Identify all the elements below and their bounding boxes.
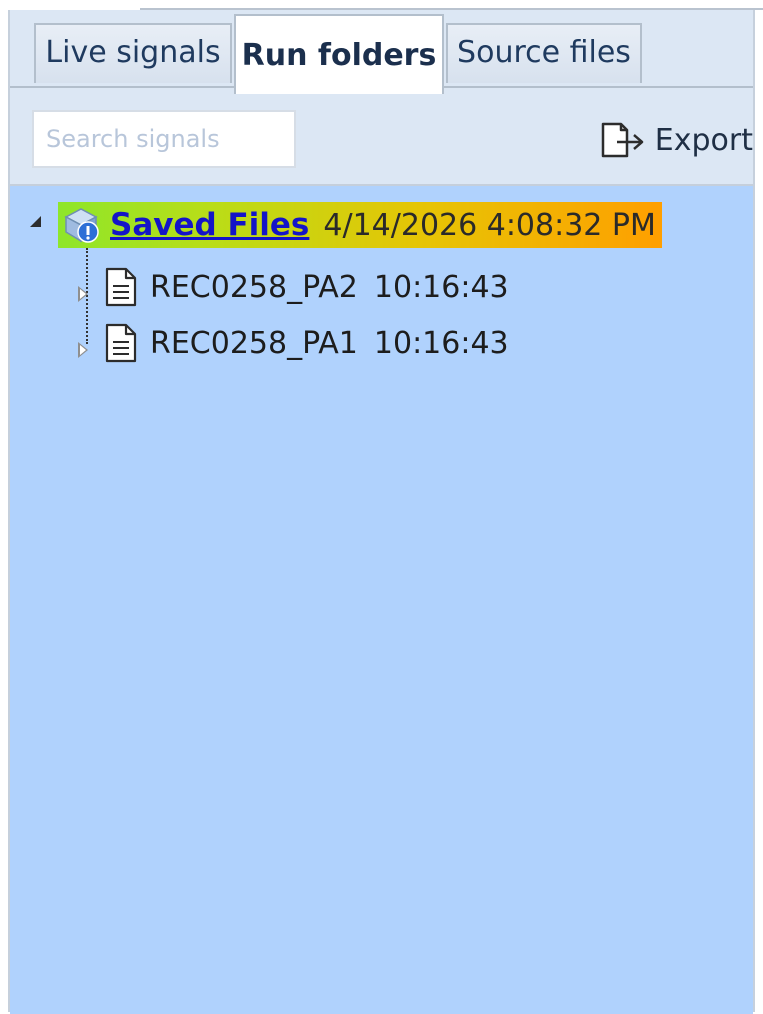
export-icon [599, 119, 647, 161]
toolbar: Export [10, 88, 753, 186]
root-folder-name[interactable]: Saved Files [110, 207, 309, 243]
collapse-arrow-icon[interactable] [30, 216, 41, 227]
run-folders-window: Live signals Run folders Source files Se… [0, 0, 763, 1014]
search-input[interactable] [32, 110, 296, 168]
root-folder-timestamp: 4/14/2026 4:08:32 PM [323, 207, 656, 243]
tab-strip: Live signals Run folders Source files [10, 10, 753, 94]
tab-content: Export Sa [10, 86, 753, 1014]
file-time: 10:16:43 [373, 269, 509, 305]
run-folders-tree[interactable]: Saved Files 4/14/2026 4:08:32 PM REC0258… [10, 186, 753, 1014]
window-top-edge [140, 0, 763, 10]
document-icon [104, 267, 150, 307]
tree-root-saved-files[interactable]: Saved Files 4/14/2026 4:08:32 PM [58, 202, 662, 248]
file-name: REC0258_PA2 [150, 269, 358, 305]
export-button[interactable]: Export [599, 112, 753, 168]
file-time: 10:16:43 [373, 325, 509, 361]
tree-item-rec0258-pa2[interactable]: REC0258_PA2 10:16:43 [104, 264, 509, 310]
folder-shield-icon [60, 204, 110, 246]
expand-arrow-icon[interactable] [78, 342, 88, 358]
expand-arrow-icon[interactable] [78, 286, 88, 302]
tree-item-rec0258-pa1[interactable]: REC0258_PA1 10:16:43 [104, 320, 509, 366]
tab-source-files[interactable]: Source files [446, 23, 642, 83]
export-label: Export [654, 122, 753, 158]
document-icon [104, 323, 150, 363]
signals-panel: Live signals Run folders Source files Se… [8, 10, 755, 1014]
tab-run-folders[interactable]: Run folders [234, 14, 444, 94]
tab-live-signals[interactable]: Live signals [34, 23, 232, 83]
file-name: REC0258_PA1 [150, 325, 358, 361]
